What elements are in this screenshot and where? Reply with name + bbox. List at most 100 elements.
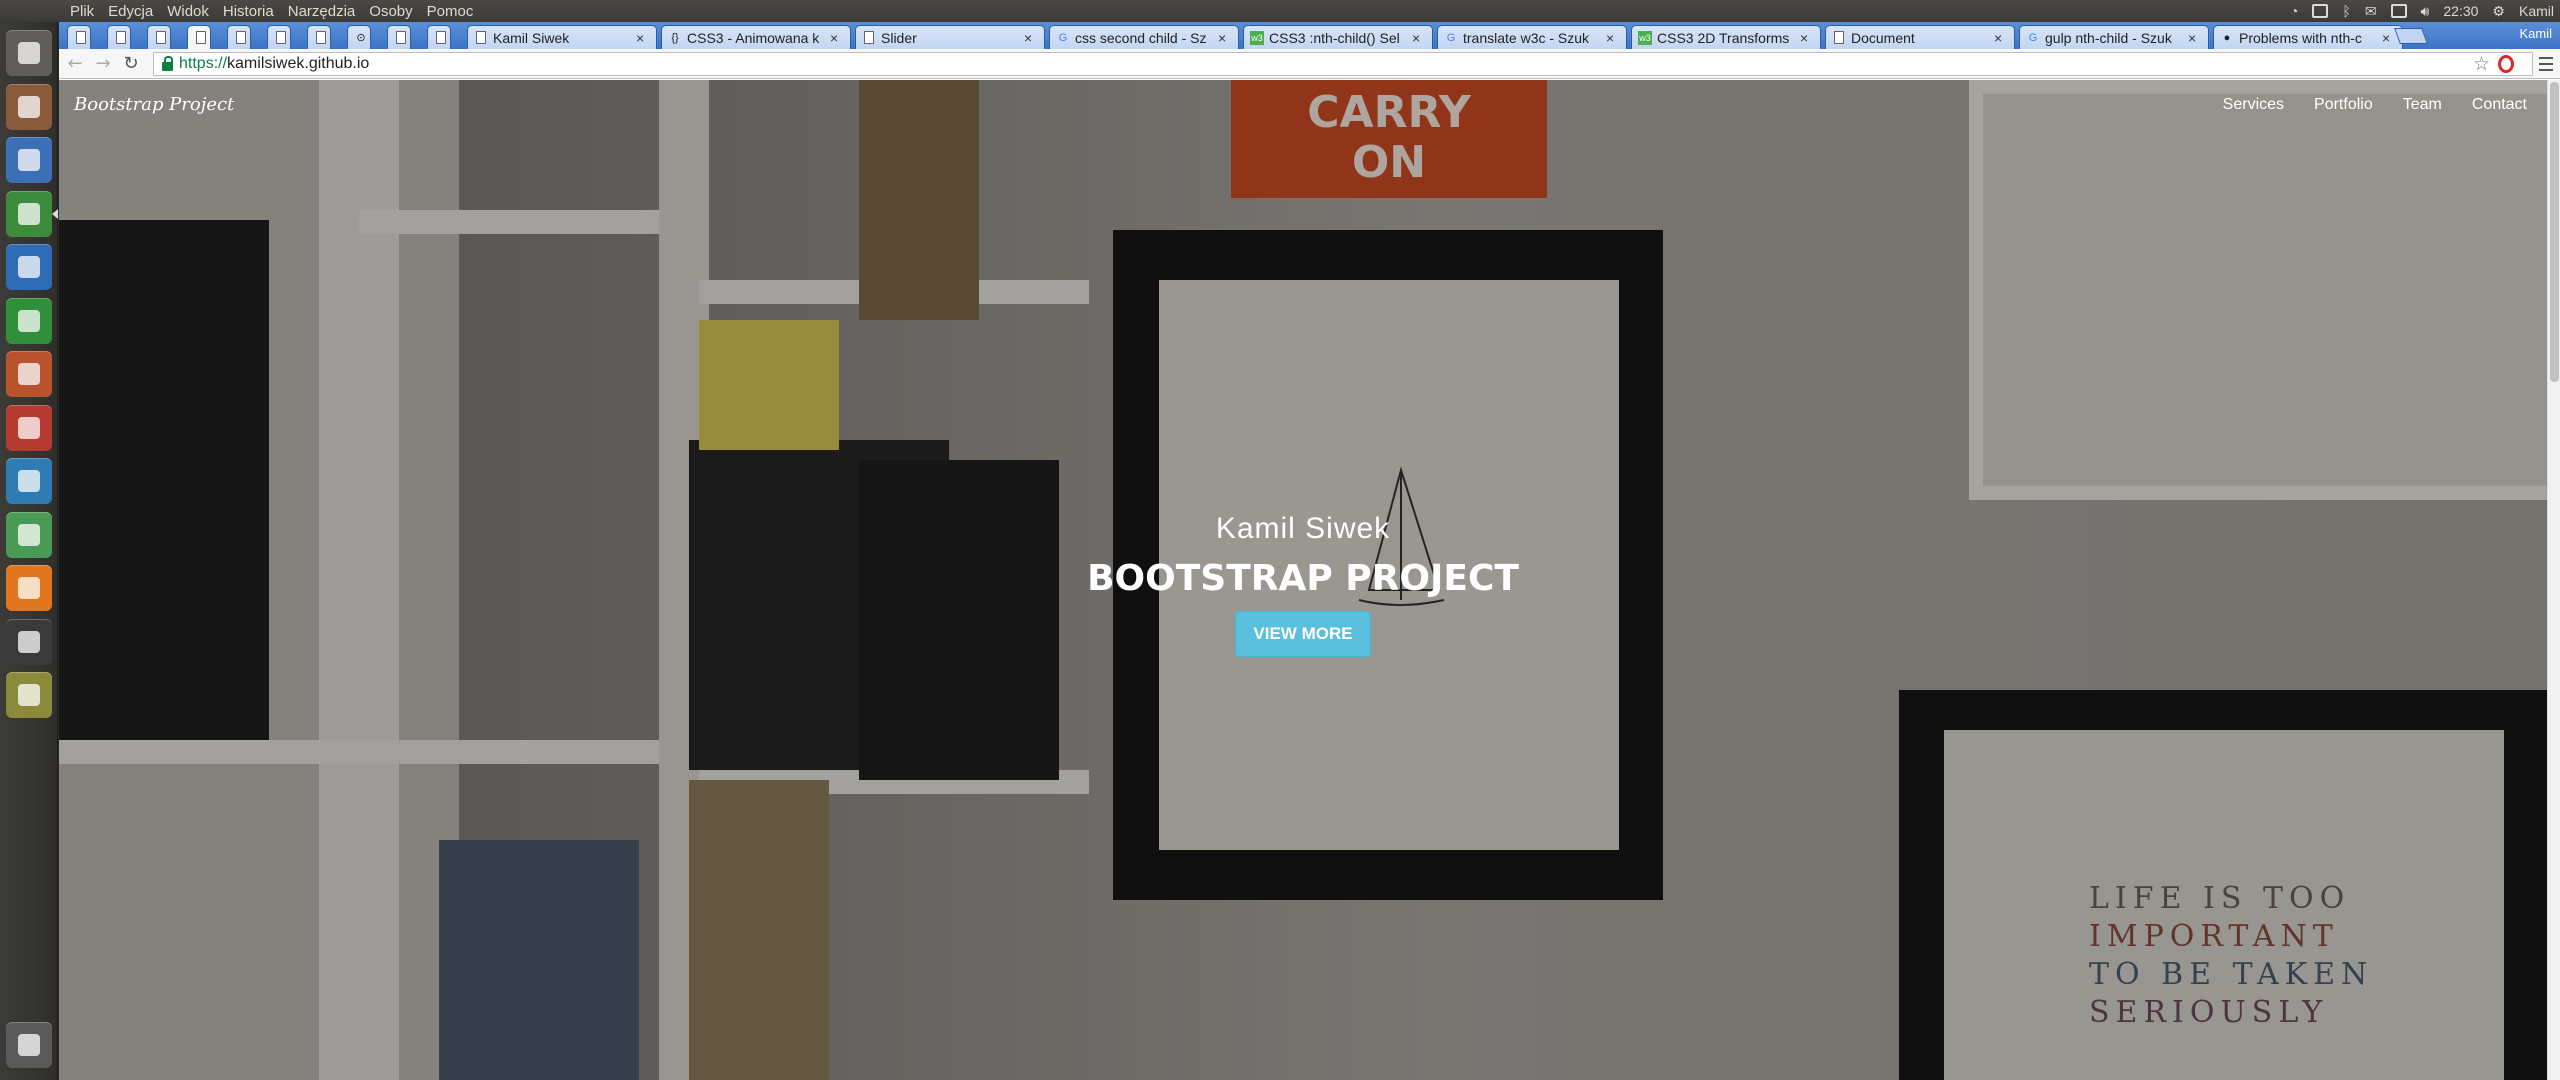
browser-tab[interactable] — [267, 25, 291, 49]
chrome-window: ⊙ Kamil Siwek ×{} CSS3 - Animowana k × Slider… — [59, 22, 2560, 1080]
system-tray: ◔ ᛒ ✉ 🔊︎ 22:30 ⚙ Kamil — [2290, 0, 2554, 22]
browser-tab[interactable] — [427, 25, 451, 49]
doc-favicon-icon — [394, 31, 408, 45]
navbar-brand[interactable]: Bootstrap Project — [74, 94, 234, 115]
menu-tools[interactable]: Narzędzia — [288, 3, 356, 20]
launcher-item[interactable] — [6, 190, 52, 237]
launcher-item[interactable] — [6, 672, 52, 718]
keyboard-layout-icon[interactable] — [2312, 4, 2329, 18]
nav-contact[interactable]: Contact — [2472, 96, 2527, 114]
launcher — [0, 22, 58, 1080]
session-user[interactable]: Kamil — [2519, 3, 2554, 19]
page-viewport: CARRY ON LIFE IS TOO IMPORTANT TO BE TAKE… — [59, 80, 2547, 1080]
menu-view[interactable]: Widok — [167, 3, 209, 20]
launcher-item[interactable] — [6, 137, 52, 183]
browser-tab[interactable]: Gcss second child - Sz × — [1049, 25, 1239, 49]
nav-portfolio[interactable]: Portfolio — [2314, 96, 2373, 114]
tab-title: Problems with nth-c — [2239, 29, 2362, 46]
nav-team[interactable]: Team — [2403, 96, 2442, 114]
bluetooth-icon[interactable]: ᛒ — [2342, 3, 2350, 19]
tab-close-icon[interactable]: × — [636, 30, 650, 46]
bookmark-star-icon[interactable]: ☆ — [2473, 53, 2490, 76]
google-favicon-icon: G — [1446, 31, 1456, 44]
opera-extension-icon[interactable] — [2498, 55, 2514, 73]
launcher-item[interactable] — [6, 458, 52, 504]
volume-icon[interactable]: 🔊︎ — [2421, 3, 2430, 20]
tab-close-icon[interactable]: × — [1606, 30, 1620, 46]
browser-tab[interactable] — [227, 25, 251, 49]
mail-icon[interactable]: ✉ — [2365, 3, 2377, 20]
launcher-item[interactable] — [6, 511, 52, 558]
launcher-item[interactable] — [6, 297, 52, 344]
tab-close-icon[interactable]: × — [830, 30, 844, 46]
tab-close-icon[interactable]: × — [2382, 30, 2396, 46]
launcher-item[interactable] — [6, 83, 52, 130]
wifi-icon[interactable]: ◔ — [2290, 3, 2298, 19]
trash-icon — [18, 1034, 40, 1056]
terminal-icon — [18, 630, 40, 653]
browser-tab[interactable] — [387, 25, 411, 49]
browser-tab[interactable] — [107, 25, 131, 49]
browser-tab[interactable] — [147, 25, 171, 49]
browser-tab[interactable]: w3 CSS3 :nth-child() Sel × — [1243, 25, 1433, 49]
browser-tab[interactable]: Ggulp nth-child - Szuk × — [2019, 25, 2209, 49]
tab-close-icon[interactable]: × — [2188, 30, 2202, 46]
menu-people[interactable]: Osoby — [369, 3, 412, 20]
browser-tab[interactable]: {} CSS3 - Animowana k × — [661, 25, 851, 49]
tab-close-icon[interactable]: × — [1994, 30, 2008, 46]
google-favicon-icon: G — [2028, 31, 2038, 44]
w3-favicon-icon: w3 — [1250, 30, 1264, 45]
hero-name: Kamil Siwek — [1215, 512, 1391, 545]
address-bar[interactable]: https:// kamilsiwek.github.io ☆ — [153, 52, 2533, 76]
battery-icon[interactable] — [2390, 4, 2407, 18]
doc-favicon-icon — [434, 31, 448, 45]
scrollbar-thumb[interactable] — [2550, 82, 2559, 382]
launcher-item[interactable] — [6, 244, 52, 290]
hero-content: Kamil Siwek BOOTSTRAP PROJECT VIEW MORE — [59, 512, 2547, 657]
browser-tab[interactable]: Slider × — [855, 25, 1045, 49]
tab-close-icon[interactable]: × — [1412, 30, 1426, 46]
reload-icon: ↻ — [123, 53, 139, 74]
back-button[interactable]: ← — [63, 52, 87, 76]
profile-name[interactable]: Kamil — [2519, 26, 2552, 41]
clock[interactable]: 22:30 — [2443, 3, 2478, 19]
forward-button[interactable]: → — [91, 52, 115, 76]
browser-tab[interactable] — [187, 25, 211, 49]
chrome-menu-button[interactable] — [2536, 53, 2556, 75]
reload-button[interactable]: ↻ — [119, 52, 143, 76]
search-tool-icon — [18, 684, 40, 706]
browser-tab[interactable]: Kamil Siwek × — [467, 25, 657, 49]
browser-tab[interactable]: ● Problems with nth-c × — [2213, 25, 2403, 49]
tab-close-icon[interactable]: × — [1218, 30, 1232, 46]
w3-favicon-icon: w3 — [1638, 30, 1652, 45]
menu-help[interactable]: Pomoc — [427, 3, 474, 20]
tab-close-icon[interactable]: × — [1024, 30, 1038, 46]
menu-edit[interactable]: Edycja — [108, 3, 153, 20]
browser-tab[interactable]: ⊙ — [347, 25, 371, 49]
page-scrollbar[interactable] — [2547, 80, 2560, 1080]
tab-title: gulp nth-child - Szuk — [2045, 29, 2172, 46]
view-more-button[interactable]: VIEW MORE — [1235, 611, 1371, 657]
tab-title: CSS3 2D Transforms — [1657, 29, 1790, 46]
launcher-item[interactable] — [6, 565, 52, 611]
browser-tab[interactable]: Gtranslate w3c - Szuk × — [1437, 25, 1627, 49]
hero-title: BOOTSTRAP PROJECT — [1087, 558, 1519, 599]
launcher-item[interactable] — [6, 351, 52, 397]
tab-title: translate w3c - Szuk — [1463, 29, 1590, 46]
tab-close-icon[interactable]: × — [1800, 30, 1814, 46]
browser-tab[interactable]: w3 CSS3 2D Transforms × — [1631, 25, 1821, 49]
launcher-item[interactable] — [6, 30, 52, 76]
launcher-item[interactable] — [6, 1022, 52, 1068]
session-gear-icon[interactable]: ⚙ — [2492, 3, 2505, 20]
browser-toolbar: ← → ↻ https:// kamilsiwek.github.io ☆ — [59, 49, 2560, 79]
browser-tab[interactable]: Document × — [1825, 25, 2015, 49]
launcher-item[interactable] — [6, 618, 52, 665]
launcher-item[interactable] — [6, 404, 52, 451]
braces-favicon-icon: {} — [671, 31, 679, 44]
browser-tab[interactable] — [307, 25, 331, 49]
nav-services[interactable]: Services — [2223, 96, 2284, 114]
browser-tab[interactable] — [67, 25, 91, 49]
menu-file[interactable]: Plik — [70, 3, 94, 20]
new-tab-button[interactable] — [2394, 28, 2428, 44]
menu-history[interactable]: Historia — [223, 3, 274, 20]
